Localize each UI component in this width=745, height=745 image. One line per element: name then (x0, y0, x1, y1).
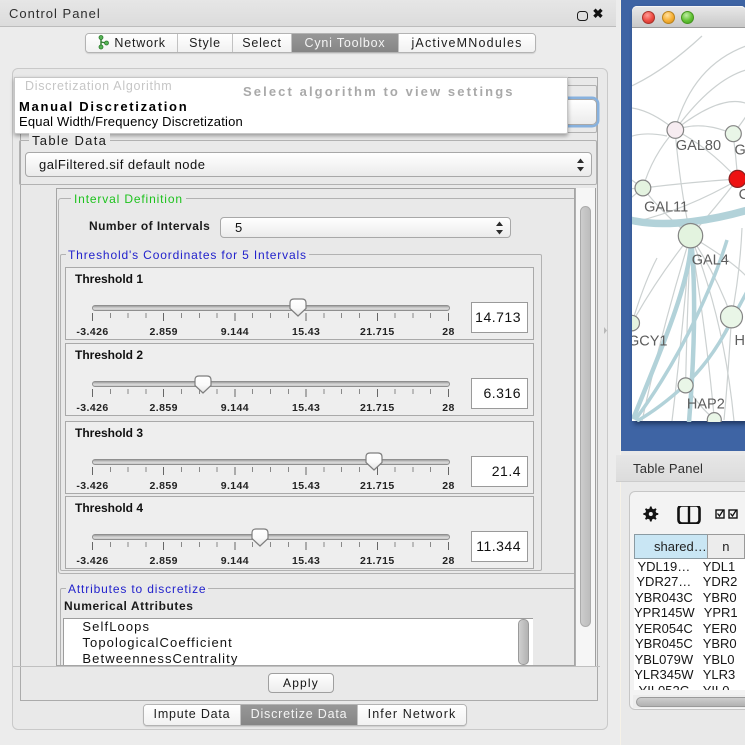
svg-text:GAL11: GAL11 (644, 199, 688, 215)
svg-text:GAL80: GAL80 (675, 138, 720, 154)
svg-text:GAL4: GAL4 (691, 252, 728, 268)
svg-text:C: C (738, 187, 745, 203)
svg-text:H: H (734, 333, 744, 349)
svg-text:GA: GA (734, 142, 745, 158)
svg-text:GCY1: GCY1 (632, 333, 668, 349)
svg-text:HAP2: HAP2 (686, 396, 724, 412)
